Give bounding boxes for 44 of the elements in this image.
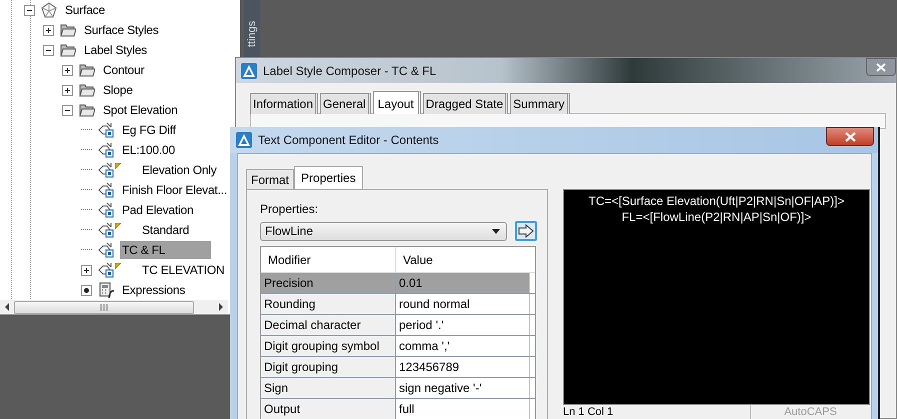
tab[interactable]: Dragged State xyxy=(422,93,508,114)
tab[interactable]: General xyxy=(320,93,371,114)
table-cell[interactable]: Digit grouping symbol xyxy=(261,336,396,356)
table-cell[interactable]: Sign xyxy=(261,378,396,398)
tree-item[interactable]: Elevation Only xyxy=(140,161,219,179)
tree-item[interactable]: Expressions xyxy=(120,281,188,299)
window-title: Label Style Composer - TC & FL xyxy=(263,64,436,78)
status-text: Ln 1 Col 1 xyxy=(563,404,751,419)
tree-item[interactable]: TC & FL xyxy=(120,241,212,259)
table-cell[interactable]: Rounding xyxy=(261,294,396,314)
tree-item[interactable]: Surface Styles xyxy=(82,21,161,39)
preview-text: FL=<[FlowLine(P2|RN|AP|Sn|OF)]> xyxy=(622,209,812,225)
tree-item[interactable]: Surface xyxy=(63,1,107,19)
tree-item[interactable]: TC ELEVATION xyxy=(140,261,227,279)
status-text: AutoCAPS xyxy=(783,404,838,419)
column-header[interactable]: Modifier xyxy=(261,247,396,272)
panel-label: ttings xyxy=(246,20,258,48)
tab[interactable]: Format xyxy=(246,169,294,189)
tree-item[interactable]: Spot Elevation xyxy=(101,101,180,119)
table-cell[interactable]: Decimal character xyxy=(261,315,396,335)
tree-item[interactable]: EL:100.00 xyxy=(120,141,177,159)
table-cell: sign negative '-' xyxy=(396,378,530,398)
tree-item[interactable]: Slope xyxy=(101,81,135,99)
tab[interactable]: Properties xyxy=(294,166,363,189)
tab[interactable]: Information xyxy=(250,93,318,114)
dropdown-value: FlowLine xyxy=(265,224,314,238)
table-cell[interactable]: Digit grouping xyxy=(261,357,396,377)
table-cell: full xyxy=(396,399,530,419)
dropdown[interactable]: FlowLine xyxy=(260,222,507,240)
column-header[interactable]: Value xyxy=(396,247,535,272)
tab[interactable]: Layout xyxy=(372,91,421,114)
tree-item[interactable]: Eg FG Diff xyxy=(120,121,178,139)
field-label: Properties: xyxy=(260,202,320,216)
tab[interactable]: Summary xyxy=(510,93,570,114)
table-cell[interactable]: Precision xyxy=(261,273,396,293)
window-title: Text Component Editor - Contents xyxy=(258,133,439,147)
table-cell: 0.01 xyxy=(396,273,530,293)
tree-item[interactable]: Pad Elevation xyxy=(120,201,196,219)
preview-text: TC=<[Surface Elevation(Uft|P2|RN|Sn|OF|AP)]> xyxy=(588,193,844,209)
table-cell[interactable]: Output xyxy=(261,399,396,419)
tree-item[interactable]: Standard xyxy=(140,221,192,239)
tree-item[interactable]: Finish Floor Elevat... xyxy=(120,181,229,199)
tree-item[interactable]: Label Styles xyxy=(82,41,149,59)
tree-item[interactable]: Contour xyxy=(101,61,146,79)
